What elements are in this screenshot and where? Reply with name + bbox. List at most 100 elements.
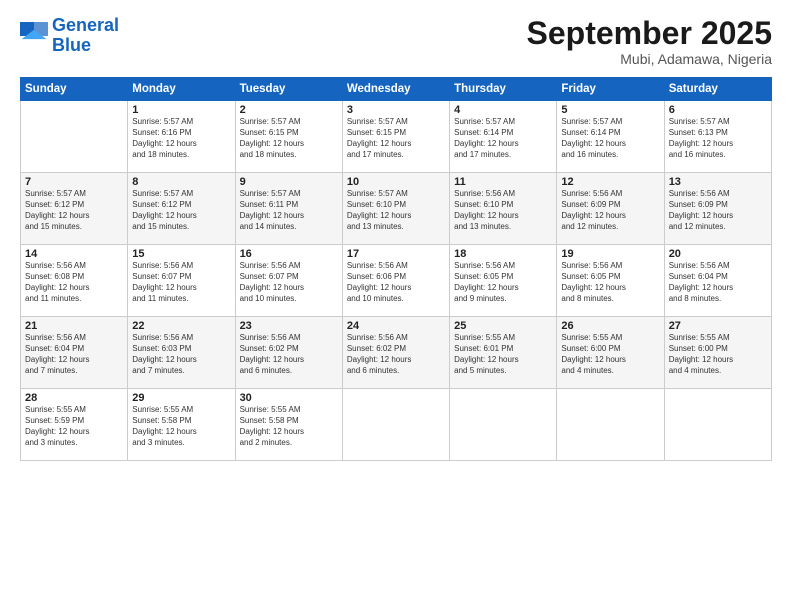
cell-details: Sunrise: 5:56 AM Sunset: 6:08 PM Dayligh… [25, 261, 123, 304]
cell-details: Sunrise: 5:56 AM Sunset: 6:07 PM Dayligh… [240, 261, 338, 304]
cell-details: Sunrise: 5:56 AM Sunset: 6:04 PM Dayligh… [25, 333, 123, 376]
table-row: 16Sunrise: 5:56 AM Sunset: 6:07 PM Dayli… [235, 245, 342, 317]
cell-details: Sunrise: 5:57 AM Sunset: 6:15 PM Dayligh… [347, 117, 445, 160]
day-number: 14 [25, 248, 123, 260]
cell-details: Sunrise: 5:56 AM Sunset: 6:05 PM Dayligh… [454, 261, 552, 304]
table-row: 3Sunrise: 5:57 AM Sunset: 6:15 PM Daylig… [342, 101, 449, 173]
logo-general: General [52, 15, 119, 35]
table-row: 4Sunrise: 5:57 AM Sunset: 6:14 PM Daylig… [450, 101, 557, 173]
day-number: 3 [347, 104, 445, 116]
header: General Blue September 2025 Mubi, Adamaw… [20, 16, 772, 67]
cell-details: Sunrise: 5:57 AM Sunset: 6:15 PM Dayligh… [240, 117, 338, 160]
day-number: 12 [561, 176, 659, 188]
table-row [557, 389, 664, 461]
table-row: 11Sunrise: 5:56 AM Sunset: 6:10 PM Dayli… [450, 173, 557, 245]
cell-details: Sunrise: 5:55 AM Sunset: 5:58 PM Dayligh… [132, 405, 230, 448]
day-number: 5 [561, 104, 659, 116]
cell-details: Sunrise: 5:56 AM Sunset: 6:07 PM Dayligh… [132, 261, 230, 304]
table-row: 22Sunrise: 5:56 AM Sunset: 6:03 PM Dayli… [128, 317, 235, 389]
day-number: 27 [669, 320, 767, 332]
cell-details: Sunrise: 5:55 AM Sunset: 6:00 PM Dayligh… [669, 333, 767, 376]
table-row: 24Sunrise: 5:56 AM Sunset: 6:02 PM Dayli… [342, 317, 449, 389]
week-row: 1Sunrise: 5:57 AM Sunset: 6:16 PM Daylig… [21, 101, 772, 173]
table-row: 23Sunrise: 5:56 AM Sunset: 6:02 PM Dayli… [235, 317, 342, 389]
cell-details: Sunrise: 5:56 AM Sunset: 6:09 PM Dayligh… [669, 189, 767, 232]
cell-details: Sunrise: 5:55 AM Sunset: 5:58 PM Dayligh… [240, 405, 338, 448]
table-row: 30Sunrise: 5:55 AM Sunset: 5:58 PM Dayli… [235, 389, 342, 461]
cell-details: Sunrise: 5:57 AM Sunset: 6:13 PM Dayligh… [669, 117, 767, 160]
table-row: 17Sunrise: 5:56 AM Sunset: 6:06 PM Dayli… [342, 245, 449, 317]
calendar-body: 1Sunrise: 5:57 AM Sunset: 6:16 PM Daylig… [21, 101, 772, 461]
col-thursday: Thursday [450, 78, 557, 101]
col-saturday: Saturday [664, 78, 771, 101]
table-row: 10Sunrise: 5:57 AM Sunset: 6:10 PM Dayli… [342, 173, 449, 245]
cell-details: Sunrise: 5:56 AM Sunset: 6:02 PM Dayligh… [347, 333, 445, 376]
day-number: 15 [132, 248, 230, 260]
week-row: 28Sunrise: 5:55 AM Sunset: 5:59 PM Dayli… [21, 389, 772, 461]
table-row: 27Sunrise: 5:55 AM Sunset: 6:00 PM Dayli… [664, 317, 771, 389]
table-row: 29Sunrise: 5:55 AM Sunset: 5:58 PM Dayli… [128, 389, 235, 461]
logo-icon [20, 22, 48, 50]
calendar-table: Sunday Monday Tuesday Wednesday Thursday… [20, 77, 772, 461]
day-number: 16 [240, 248, 338, 260]
cell-details: Sunrise: 5:57 AM Sunset: 6:14 PM Dayligh… [561, 117, 659, 160]
day-number: 11 [454, 176, 552, 188]
day-number: 6 [669, 104, 767, 116]
table-row [664, 389, 771, 461]
location-subtitle: Mubi, Adamawa, Nigeria [527, 51, 772, 67]
cell-details: Sunrise: 5:55 AM Sunset: 5:59 PM Dayligh… [25, 405, 123, 448]
day-number: 30 [240, 392, 338, 404]
table-row: 20Sunrise: 5:56 AM Sunset: 6:04 PM Dayli… [664, 245, 771, 317]
table-row [21, 101, 128, 173]
col-sunday: Sunday [21, 78, 128, 101]
day-number: 19 [561, 248, 659, 260]
week-row: 21Sunrise: 5:56 AM Sunset: 6:04 PM Dayli… [21, 317, 772, 389]
cell-details: Sunrise: 5:55 AM Sunset: 6:00 PM Dayligh… [561, 333, 659, 376]
table-row: 26Sunrise: 5:55 AM Sunset: 6:00 PM Dayli… [557, 317, 664, 389]
day-number: 1 [132, 104, 230, 116]
table-row: 6Sunrise: 5:57 AM Sunset: 6:13 PM Daylig… [664, 101, 771, 173]
table-row: 25Sunrise: 5:55 AM Sunset: 6:01 PM Dayli… [450, 317, 557, 389]
header-row: Sunday Monday Tuesday Wednesday Thursday… [21, 78, 772, 101]
day-number: 25 [454, 320, 552, 332]
table-row: 2Sunrise: 5:57 AM Sunset: 6:15 PM Daylig… [235, 101, 342, 173]
day-number: 4 [454, 104, 552, 116]
table-row: 12Sunrise: 5:56 AM Sunset: 6:09 PM Dayli… [557, 173, 664, 245]
cell-details: Sunrise: 5:56 AM Sunset: 6:04 PM Dayligh… [669, 261, 767, 304]
cell-details: Sunrise: 5:56 AM Sunset: 6:09 PM Dayligh… [561, 189, 659, 232]
table-row: 5Sunrise: 5:57 AM Sunset: 6:14 PM Daylig… [557, 101, 664, 173]
table-row: 1Sunrise: 5:57 AM Sunset: 6:16 PM Daylig… [128, 101, 235, 173]
day-number: 20 [669, 248, 767, 260]
table-row: 18Sunrise: 5:56 AM Sunset: 6:05 PM Dayli… [450, 245, 557, 317]
cell-details: Sunrise: 5:56 AM Sunset: 6:03 PM Dayligh… [132, 333, 230, 376]
day-number: 21 [25, 320, 123, 332]
table-row: 9Sunrise: 5:57 AM Sunset: 6:11 PM Daylig… [235, 173, 342, 245]
day-number: 10 [347, 176, 445, 188]
week-row: 7 Sunrise: 5:57 AM Sunset: 6:12 PM Daylig… [21, 173, 772, 245]
month-title: September 2025 [527, 16, 772, 51]
cell-details: Sunrise: 5:57 AM Sunset: 6:16 PM Dayligh… [132, 117, 230, 160]
day-number: 18 [454, 248, 552, 260]
cell-details: Sunrise: 5:56 AM Sunset: 6:05 PM Dayligh… [561, 261, 659, 304]
calendar-header: Sunday Monday Tuesday Wednesday Thursday… [21, 78, 772, 101]
table-row [342, 389, 449, 461]
day-number: 24 [347, 320, 445, 332]
cell-details: Sunrise: 5:57 AM Sunset: 6:11 PM Dayligh… [240, 189, 338, 232]
cell-details: Sunrise: 5:57 AM Sunset: 6:12 PM Dayligh… [132, 189, 230, 232]
table-row [450, 389, 557, 461]
cell-details: Sunrise: 5:57 AM Sunset: 6:14 PM Dayligh… [454, 117, 552, 160]
col-friday: Friday [557, 78, 664, 101]
day-number: 26 [561, 320, 659, 332]
col-tuesday: Tuesday [235, 78, 342, 101]
day-number: 2 [240, 104, 338, 116]
day-number: 8 [132, 176, 230, 188]
day-number: 9 [240, 176, 338, 188]
col-wednesday: Wednesday [342, 78, 449, 101]
cell-details: Sunrise: 5:55 AM Sunset: 6:01 PM Dayligh… [454, 333, 552, 376]
table-row: 28Sunrise: 5:55 AM Sunset: 5:59 PM Dayli… [21, 389, 128, 461]
table-row: 15Sunrise: 5:56 AM Sunset: 6:07 PM Dayli… [128, 245, 235, 317]
day-number: 7 [25, 176, 123, 188]
table-row: 14Sunrise: 5:56 AM Sunset: 6:08 PM Dayli… [21, 245, 128, 317]
logo-blue: Blue [52, 35, 91, 55]
col-monday: Monday [128, 78, 235, 101]
